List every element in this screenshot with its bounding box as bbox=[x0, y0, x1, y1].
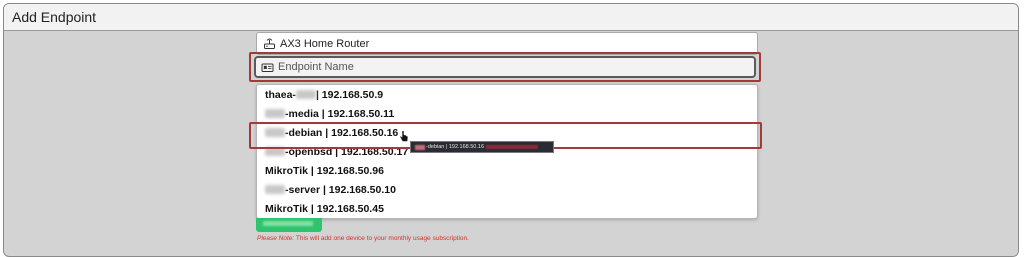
tooltip-text: -debian | 192.168.50.16 bbox=[426, 144, 485, 150]
note-text: This will add one device to your monthly… bbox=[294, 235, 469, 242]
id-card-icon bbox=[261, 61, 274, 74]
hover-tooltip: -debian | 192.168.50.16 bbox=[410, 141, 554, 153]
dropdown-option[interactable]: thaea- | 192.168.50.9 bbox=[257, 85, 757, 104]
redacted-text bbox=[415, 144, 425, 150]
option-label: MikroTik | 192.168.50.45 bbox=[265, 202, 384, 215]
dropdown-option[interactable]: -media | 192.168.50.11 bbox=[257, 104, 757, 123]
option-label: | 192.168.50.9 bbox=[315, 88, 384, 101]
redacted-text bbox=[295, 90, 316, 99]
note-prefix: Please Note: bbox=[257, 235, 295, 242]
endpoint-name-input[interactable]: Endpoint Name bbox=[254, 56, 756, 78]
panel-title: Add Endpoint bbox=[12, 9, 97, 25]
option-label: -server | 192.168.50.10 bbox=[285, 183, 396, 196]
usage-note: Please Note: This will add one device to… bbox=[257, 235, 469, 242]
device-select-label: AX3 Home Router bbox=[280, 37, 370, 50]
option-name-prefix: thaea- bbox=[265, 88, 296, 101]
panel-header: Add Endpoint bbox=[4, 4, 1018, 31]
dropdown-option[interactable]: -server | 192.168.50.10 bbox=[257, 180, 757, 199]
endpoint-name-placeholder: Endpoint Name bbox=[278, 61, 354, 73]
redacted-text bbox=[265, 109, 285, 118]
option-label: -media | 192.168.50.11 bbox=[285, 107, 395, 120]
redacted-text bbox=[265, 185, 285, 194]
button-label-obscured bbox=[263, 221, 313, 226]
dropdown-option[interactable]: MikroTik | 192.168.50.45 bbox=[257, 199, 757, 218]
add-endpoint-button[interactable] bbox=[256, 218, 322, 232]
router-icon bbox=[263, 37, 276, 50]
dropdown-option[interactable]: MikroTik | 192.168.50.96 bbox=[257, 161, 757, 180]
redacted-text bbox=[486, 145, 539, 149]
option-label: MikroTik | 192.168.50.96 bbox=[265, 164, 384, 177]
hand-cursor-icon bbox=[399, 130, 409, 148]
